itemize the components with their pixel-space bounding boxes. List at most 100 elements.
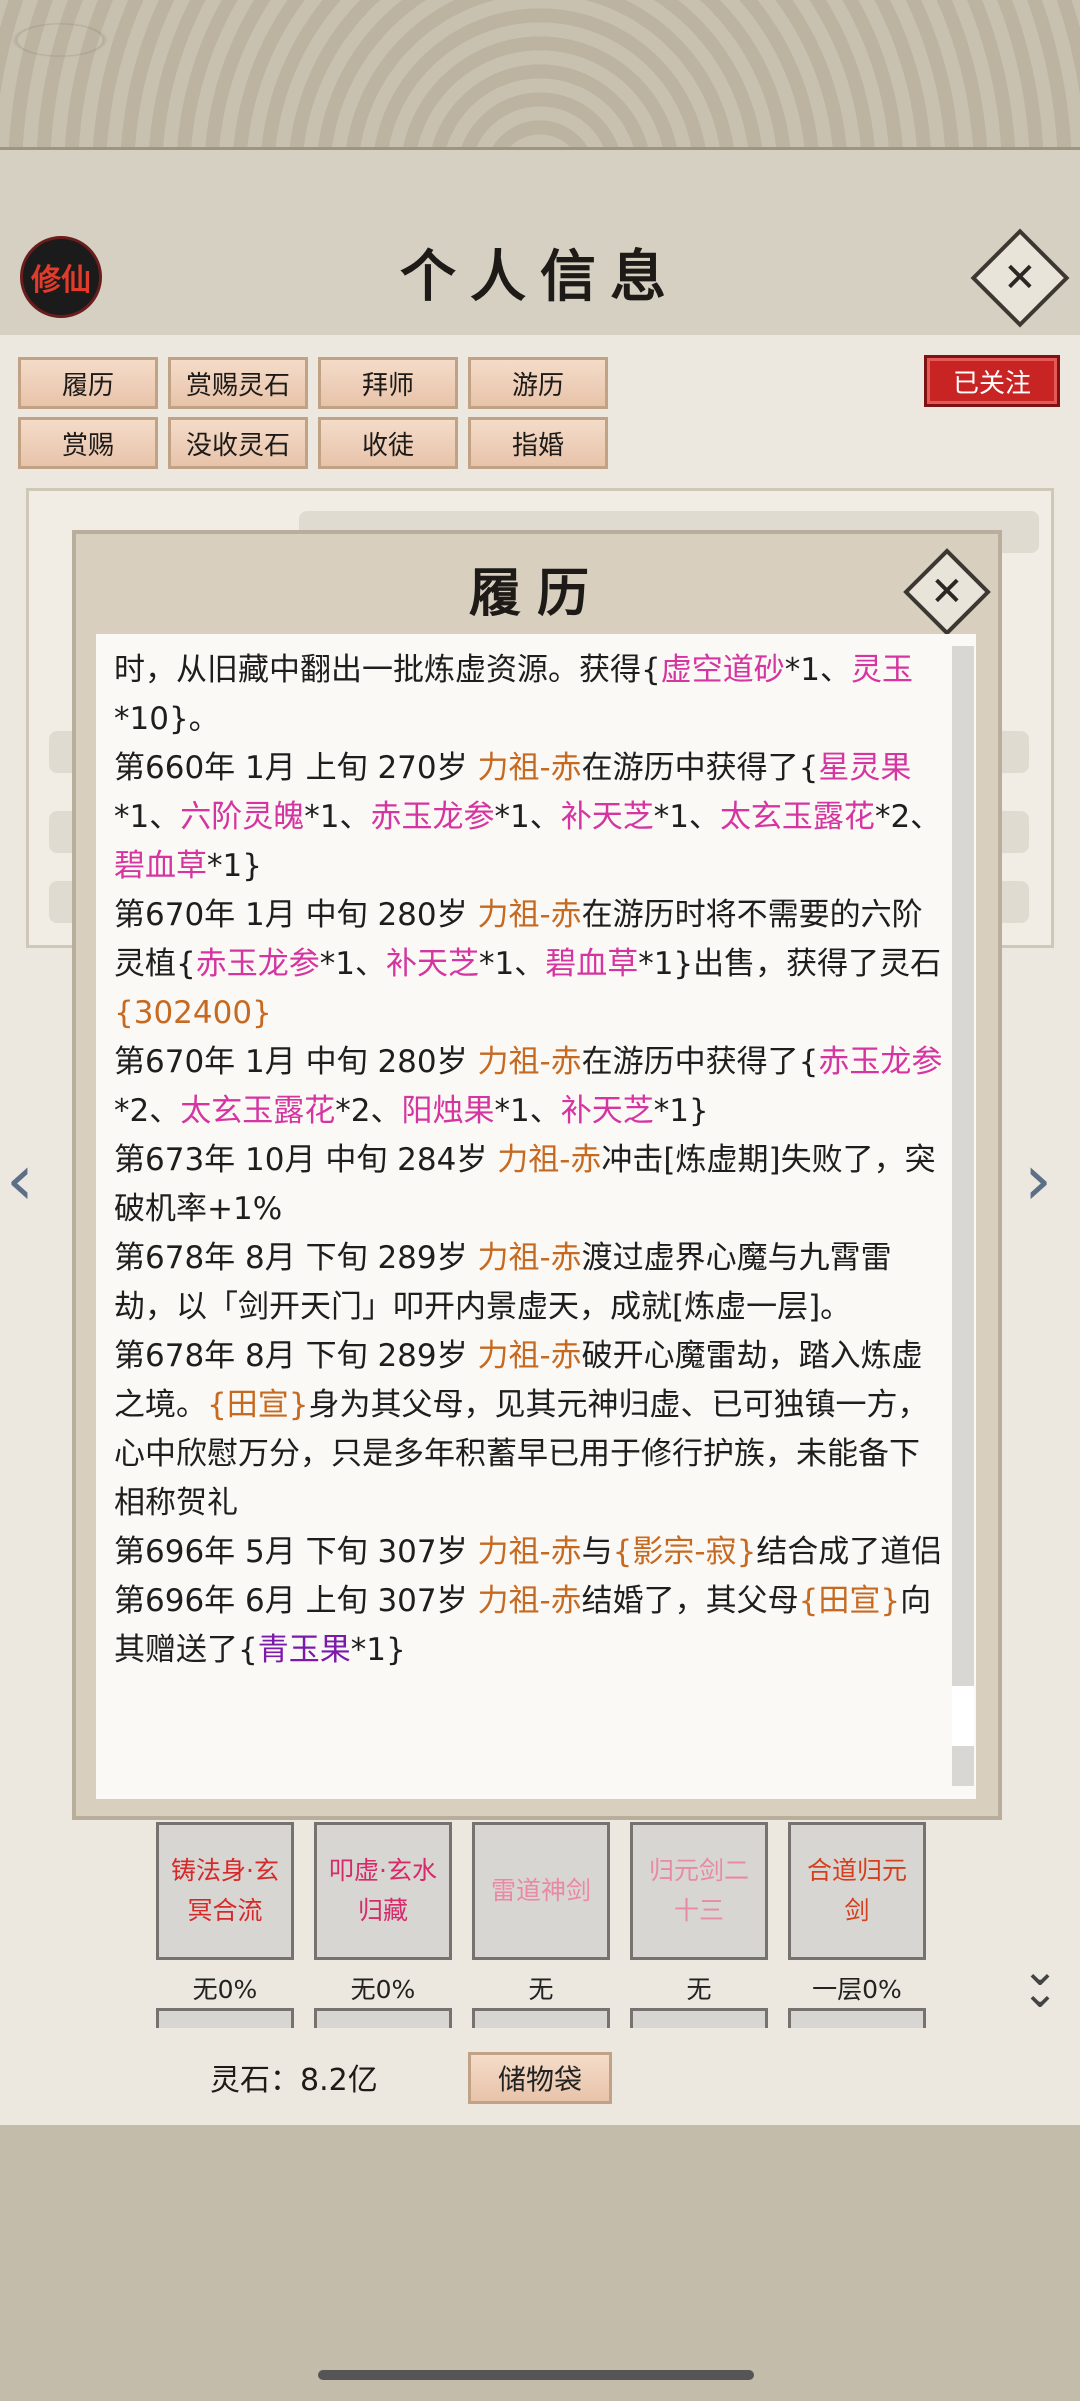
entry-text: *1、 [494, 1093, 561, 1129]
history-entry: 第660年 1月 上旬 270岁 力祖-赤在游历中获得了{星灵果*1、六阶灵魄*… [114, 744, 944, 891]
highlighted-text: 力祖-赤 [477, 897, 582, 933]
entry-text: 第670年 1月 中旬 280岁 [114, 1044, 478, 1080]
entry-text: 第678年 8月 下旬 289岁 [114, 1338, 478, 1374]
highlighted-text: 碧血草 [114, 848, 207, 884]
bottom-area [0, 2125, 1080, 2401]
expand-down-icon[interactable]: ⌄ ⌄ [1010, 1949, 1070, 2015]
tab-confiscate-stones[interactable]: 没收灵石 [168, 417, 308, 469]
history-entry: 第670年 1月 中旬 280岁 力祖-赤在游历中获得了{赤玉龙参 *2、太玄玉露… [114, 1038, 944, 1136]
entry-text: 在游历中获得了{ [581, 750, 819, 786]
history-entry: 第678年 8月 下旬 289岁 力祖-赤渡过虚界心魔与九霄雷劫，以「剑开天门」… [114, 1234, 944, 1332]
history-entry: 第696年 5月 下旬 307岁 力祖-赤与{影宗-寂}结合成了道侣 [114, 1528, 944, 1577]
spirit-stones-count: 灵石：8.2亿 [210, 2063, 378, 2098]
history-entry: 第696年 6月 上旬 307岁 力祖-赤结婚了，其父母{田宣}向其赠送了{青玉… [114, 1577, 944, 1675]
followed-button[interactable]: 已关注 [924, 355, 1060, 407]
tab-apprentice[interactable]: 拜师 [318, 357, 458, 409]
highlighted-text: 补天芝 [385, 946, 479, 982]
entry-text: 在游历中获得了{ [581, 1044, 819, 1080]
page-title: 个人信息 [400, 244, 680, 310]
history-entry: 第678年 8月 下旬 289岁 力祖-赤破开心魔雷劫，踏入炼虚之境。{田宣}身… [114, 1332, 944, 1528]
highlighted-text: 力祖-赤 [477, 1240, 582, 1276]
skill-name: 合道归元剑 [806, 1856, 907, 1925]
entry-text: *2、 [335, 1093, 402, 1129]
entry-text: *10}。 [114, 701, 220, 737]
history-log-text: 时，从旧藏中翻出一批炼虚资源。获得{虚空道砂 *1、 灵玉 *10}。第660年 1月… [114, 646, 944, 1675]
history-log[interactable]: 时，从旧藏中翻出一批炼虚资源。获得{虚空道砂 *1、 灵玉 *10}。第660年 1月… [96, 634, 976, 1799]
entry-text: 结合成了道侣 [756, 1534, 943, 1570]
highlighted-text: 补天芝 [560, 1093, 654, 1129]
entry-text: *1、 [494, 799, 561, 835]
skill-level: 无0% [192, 1975, 258, 2004]
highlighted-text: 太玄玉露花 [719, 799, 875, 835]
skill-card-next-row[interactable] [788, 2008, 926, 2028]
history-entry: 时，从旧藏中翻出一批炼虚资源。获得{虚空道砂*1、灵玉 *10}。 [114, 646, 944, 744]
entry-text: *2、 [114, 1093, 181, 1129]
skill-name: 归元剑二十三 [648, 1856, 749, 1925]
highlighted-text: 赤玉龙参 [818, 1044, 943, 1080]
entry-text: *1、 [114, 799, 181, 835]
skill-card[interactable]: 归元剑二十三 [630, 1822, 768, 1960]
highlighted-text: {田宣} [798, 1583, 901, 1619]
entry-text: *1} [207, 848, 262, 884]
skill-card[interactable]: 叩虚·玄水归藏 [314, 1822, 452, 1960]
highlighted-text: 虚空道砂 [660, 652, 785, 688]
highlighted-text: 青玉果 [257, 1632, 351, 1668]
history-entry: 第673年 10月 中旬 284岁 力祖-赤冲击[炼虚期]失败了，突破机率+1% [114, 1136, 944, 1234]
skill-card[interactable]: 铸法身·玄冥合流 [156, 1822, 294, 1960]
highlighted-text: 六阶灵魄 [180, 799, 305, 835]
highlighted-text: 碧血草 [545, 946, 639, 982]
entry-text: 第696年 6月 上旬 307岁 [114, 1583, 478, 1619]
tab-reward[interactable]: 赏赐 [18, 417, 158, 469]
highlighted-text: 赤玉龙参 [370, 799, 495, 835]
entry-text: *2、 [874, 799, 942, 835]
tab-travel[interactable]: 游历 [468, 357, 608, 409]
skill-name: 叩虚·玄水归藏 [329, 1856, 437, 1925]
highlighted-text: 力祖-赤 [477, 1044, 582, 1080]
tab-arrange-marriage[interactable]: 指婚 [468, 417, 608, 469]
skill-card[interactable]: 雷道神剑 [472, 1822, 610, 1960]
scrollbar-thumb[interactable] [952, 1686, 974, 1746]
entry-text: *1、 [653, 799, 720, 835]
highlighted-text: {田宣} [207, 1387, 309, 1423]
skill-level: 无0% [350, 1975, 416, 2004]
history-entry: 第670年 1月 中旬 280岁 力祖-赤在游历时将不需要的六阶灵植{赤玉龙参*… [114, 891, 944, 1038]
skill-level: 一层0% [812, 1975, 902, 2004]
skill-card-next-row[interactable] [156, 2008, 294, 2028]
tab-reward-stones[interactable]: 赏赐灵石 [168, 357, 308, 409]
highlighted-text: 灵玉 [850, 652, 913, 688]
highlighted-text: 阳烛果 [401, 1093, 495, 1129]
home-indicator[interactable] [318, 2370, 754, 2380]
scrollbar[interactable] [952, 646, 974, 1786]
entry-text: 第670年 1月 中旬 280岁 [114, 897, 478, 933]
decorative-header-band [0, 0, 1080, 150]
tab-history[interactable]: 履历 [18, 357, 158, 409]
storage-bag-button[interactable]: 储物袋 [468, 2052, 612, 2104]
tab-take-disciple[interactable]: 收徒 [318, 417, 458, 469]
entry-text: 结婚了，其父母 [581, 1583, 799, 1619]
app-badge: 修仙 [20, 236, 102, 318]
highlighted-text: 力祖-赤 [477, 1534, 582, 1570]
highlighted-text: 星灵果 [818, 750, 912, 786]
entry-text: *1} [653, 1093, 709, 1129]
skill-card-next-row[interactable] [630, 2008, 768, 2028]
entry-text: 时，从旧藏中翻出一批炼虚资源。获得{ [114, 652, 661, 688]
skill-card[interactable]: 合道归元剑 [788, 1822, 926, 1960]
entry-text: *1、 [319, 946, 386, 982]
next-arrow-icon[interactable]: › [1024, 1140, 1074, 1220]
entry-text: 第660年 1月 上旬 270岁 [114, 750, 478, 786]
entry-text: *1、 [478, 946, 546, 982]
highlighted-text: 力祖-赤 [477, 750, 582, 786]
skill-name: 雷道神剑 [490, 1876, 591, 1905]
close-icon: ✕ [1003, 254, 1037, 301]
highlighted-text: 力祖-赤 [477, 1583, 582, 1619]
highlighted-text: 补天芝 [560, 799, 654, 835]
entry-text: *1、 [304, 799, 371, 835]
skill-card-next-row[interactable] [314, 2008, 452, 2028]
skill-card-next-row[interactable] [472, 2008, 610, 2028]
history-modal: 履历 ✕ 时，从旧藏中翻出一批炼虚资源。获得{虚空道砂 *1、 灵玉 *10}。第66… [72, 530, 1002, 1820]
close-icon: ✕ [930, 568, 964, 615]
highlighted-text: {302400} [114, 995, 272, 1031]
modal-title: 履历 [468, 563, 605, 624]
prev-arrow-icon[interactable]: ‹ [6, 1140, 56, 1220]
skill-level: 无 [686, 1975, 712, 2004]
